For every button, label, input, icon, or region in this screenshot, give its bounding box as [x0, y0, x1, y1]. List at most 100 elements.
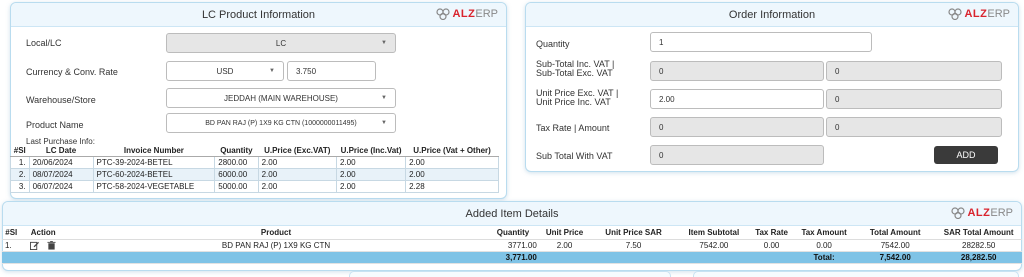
tax-amount-value: 0	[835, 122, 840, 132]
col-header: Action	[20, 227, 66, 240]
cell-price-exc: 2.00	[257, 156, 337, 169]
cell-price-inc: 2.00	[335, 180, 407, 193]
cell-quantity: 3771.00	[486, 239, 540, 252]
logo-text: ALZERP	[967, 207, 1013, 219]
col-header: U.Price (Vat + Other)	[405, 145, 499, 157]
empty-cell	[749, 251, 794, 264]
chevron-down-icon: ▼	[381, 120, 387, 126]
product-label: Product Name	[26, 120, 84, 130]
col-header: Invoice Number	[93, 145, 215, 157]
subtotal-label: Sub-Total Inc. VAT | Sub-Total Exc. VAT	[536, 60, 614, 78]
col-header: U.Price (Inc.Vat)	[336, 145, 406, 157]
unit-price-label: Unit Price Exc. VAT | Unit Price Inc. VA…	[536, 89, 618, 107]
tax-label: Tax Rate | Amount	[536, 123, 610, 133]
unit-price-label-line2: Unit Price Inc. VAT	[536, 97, 611, 107]
order-info-panel: Order Information ALZERP Quantity 1 Sub-…	[525, 2, 1019, 172]
added-items-table: #Sl Action Product Quantity Unit Price U…	[2, 227, 1022, 264]
table-row: 2. 08/07/2024 PTC-60-2024-BETEL 6000.00 …	[10, 168, 499, 181]
items-panel-title: Added Item Details	[465, 207, 559, 220]
grand-total-amount: 7,542.00	[855, 251, 936, 264]
subtotal-exc-vat-field[interactable]: 0	[826, 61, 1002, 81]
cell-unit-price: 2.00	[539, 239, 590, 252]
col-header: Product	[65, 227, 487, 240]
subtotal-with-vat-label: Sub Total With VAT	[536, 151, 613, 161]
local-lc-select[interactable]: LC ▼	[166, 33, 396, 53]
chevron-down-icon: ▼	[269, 68, 275, 74]
conv-rate-input[interactable]: 3.750	[287, 61, 376, 81]
empty-cell	[589, 251, 678, 264]
subtotal-exc-vat-value: 0	[835, 66, 840, 76]
cell-sl: 1.	[2, 239, 21, 252]
tax-amount-field[interactable]: 0	[826, 117, 1002, 137]
logo-main-text: ALZ	[967, 207, 991, 219]
logo-suffix-text: ERP	[475, 8, 498, 20]
cell-price-inc: 2.00	[335, 156, 407, 169]
logo-main-text: ALZ	[452, 8, 476, 20]
col-header: Total Amount	[855, 227, 936, 240]
last-purchase-header-row: #Sl LC Date Invoice Number Quantity U.Pr…	[10, 145, 499, 157]
cell-action	[20, 239, 66, 252]
chevron-down-icon: ▼	[381, 40, 387, 46]
logo-main-text: ALZ	[964, 8, 988, 20]
total-label: Total:	[793, 251, 856, 264]
alzerp-logo: ALZERP	[951, 207, 1013, 219]
subtotal-inc-vat-value: 0	[659, 66, 664, 76]
subtotal-label-line2: Sub-Total Exc. VAT	[536, 68, 613, 78]
cell-tax-amount: 0.00	[793, 239, 856, 252]
cell-unit-price-sar: 7.50	[589, 239, 678, 252]
col-header: Quantity	[214, 145, 259, 157]
table-row: 1. 20/06/2024 PTC-39-2024-BETEL 2800.00 …	[10, 156, 499, 169]
unit-price-inc-vat-field[interactable]: 0	[826, 89, 1002, 109]
cell-price-exc: 2.00	[257, 168, 337, 181]
unit-price-exc-vat-value: 2.00	[659, 94, 675, 104]
cell-quantity: 2800.00	[214, 156, 259, 169]
empty-cell	[2, 251, 21, 264]
cell-price-other: 2.00	[405, 156, 499, 169]
subtotal-with-vat-field[interactable]: 0	[650, 145, 824, 165]
total-quantity: 3,771.00	[486, 251, 540, 264]
cell-quantity: 5000.00	[214, 180, 259, 193]
col-header: Tax Rate	[749, 227, 794, 240]
conv-rate-value: 3.750	[296, 66, 317, 76]
lc-panel-header: LC Product Information ALZERP	[11, 3, 506, 27]
logo-suffix-text: ERP	[990, 207, 1013, 219]
cell-price-exc: 2.00	[257, 180, 337, 193]
col-header: Item Subtotal	[677, 227, 750, 240]
cell-total-amount: 7542.00	[855, 239, 936, 252]
items-panel-header: Added Item Details ALZERP	[3, 202, 1021, 226]
alzerp-logo: ALZERP	[436, 8, 498, 20]
product-value: BD PAN RAJ (P) 1X9 KG CTN (1000000011495…	[205, 119, 357, 127]
unit-price-exc-vat-input[interactable]: 2.00	[650, 89, 824, 109]
cell-sl: 3.	[10, 180, 30, 193]
col-header: Unit Price SAR	[589, 227, 678, 240]
cell-price-other: 2.00	[405, 168, 499, 181]
trash-icon[interactable]	[47, 240, 56, 250]
cell-sl: 1.	[10, 156, 30, 169]
currency-label: Currency & Conv. Rate	[26, 67, 118, 77]
logo-mark-icon	[951, 207, 966, 219]
subtotal-inc-vat-field[interactable]: 0	[650, 61, 824, 81]
logo-suffix-text: ERP	[987, 8, 1010, 20]
tax-rate-field[interactable]: 0	[650, 117, 824, 137]
col-header: LC Date	[29, 145, 94, 157]
local-lc-label: Local/LC	[26, 38, 62, 48]
currency-select[interactable]: USD ▼	[166, 61, 284, 81]
warehouse-select[interactable]: JEDDAH (MAIN WAREHOUSE) ▼	[166, 88, 396, 108]
cell-sl: 2.	[10, 168, 30, 181]
cell-item-subtotal: 7542.00	[677, 239, 750, 252]
edit-icon[interactable]	[30, 241, 40, 250]
empty-cell	[677, 251, 750, 264]
order-panel-header: Order Information ALZERP	[526, 3, 1018, 27]
col-header: SAR Total Amount	[935, 227, 1022, 240]
local-lc-value: LC	[275, 38, 287, 48]
order-panel-title: Order Information	[728, 8, 816, 21]
add-button[interactable]: ADD	[934, 146, 998, 164]
cell-lc-date: 06/07/2024	[28, 180, 94, 193]
quantity-input[interactable]: 1	[650, 32, 872, 52]
col-header: Unit Price	[539, 227, 590, 240]
col-header: #Sl	[10, 145, 30, 157]
subtotal-with-vat-value: 0	[659, 150, 664, 160]
product-select[interactable]: BD PAN RAJ (P) 1X9 KG CTN (1000000011495…	[166, 113, 396, 133]
quantity-label: Quantity	[536, 39, 570, 49]
cell-invoice: PTC-60-2024-BETEL	[92, 168, 216, 181]
